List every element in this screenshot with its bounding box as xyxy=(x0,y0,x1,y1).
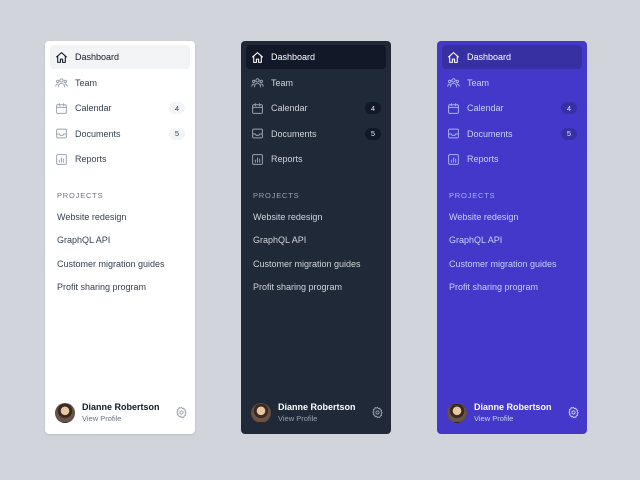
sidebar-item-reports[interactable]: Reports xyxy=(50,147,190,171)
project-item[interactable]: Profit sharing program xyxy=(57,282,187,305)
view-profile-link[interactable]: View Profile xyxy=(474,414,567,424)
chart-bar-icon xyxy=(447,153,460,166)
settings-icon[interactable] xyxy=(371,406,384,419)
sidebar-item-label: Team xyxy=(271,77,294,88)
settings-icon[interactable] xyxy=(175,406,188,419)
sidebar-item-dashboard[interactable]: Dashboard xyxy=(50,45,190,69)
count-badge: 4 xyxy=(365,102,381,115)
user-info: Dianne Robertson View Profile xyxy=(278,402,371,423)
view-profile-link[interactable]: View Profile xyxy=(278,414,371,424)
users-icon xyxy=(447,76,460,89)
sidebar-item-label: Team xyxy=(467,77,490,88)
sidebar-item-label: Documents xyxy=(75,128,121,139)
projects-heading: PROJECTS xyxy=(253,191,300,200)
user-name: Dianne Robertson xyxy=(474,402,552,412)
calendar-icon xyxy=(55,102,68,115)
sidebar-item-documents[interactable]: Documents 5 xyxy=(50,122,190,146)
users-icon xyxy=(251,76,264,89)
count-badge: 5 xyxy=(561,127,577,140)
chart-bar-icon xyxy=(251,153,264,166)
project-item[interactable]: Profit sharing program xyxy=(253,282,383,305)
projects-heading: PROJECTS xyxy=(449,191,496,200)
sidebar-item-team[interactable]: Team xyxy=(442,71,582,95)
sidebar-item-team[interactable]: Team xyxy=(50,71,190,95)
sidebar-item-calendar[interactable]: Calendar 4 xyxy=(50,96,190,120)
count-badge: 4 xyxy=(561,102,577,115)
project-item[interactable]: Customer migration guides xyxy=(253,259,383,282)
sidebar-item-label: Documents xyxy=(467,128,513,139)
sidebar-item-label: Team xyxy=(75,77,98,88)
user-info: Dianne Robertson View Profile xyxy=(474,402,567,423)
sidebar-item-label: Reports xyxy=(271,154,303,165)
count-badge: 4 xyxy=(169,102,185,115)
sidebar-item-team[interactable]: Team xyxy=(246,71,386,95)
home-icon xyxy=(251,51,264,64)
sidebar-nav: Dashboard Team Calendar 4 Documents 5 Reports xyxy=(246,45,386,173)
project-item[interactable]: GraphQL API xyxy=(449,235,579,258)
calendar-icon xyxy=(251,102,264,115)
sidebar-item-label: Calendar xyxy=(467,103,504,114)
projects-section: PROJECTS Website redesign GraphQL API Custo… xyxy=(57,191,187,305)
project-item[interactable]: Website redesign xyxy=(449,212,579,235)
inbox-icon xyxy=(55,127,68,140)
project-item[interactable]: Profit sharing program xyxy=(449,282,579,305)
count-badge: 5 xyxy=(169,127,185,140)
home-icon xyxy=(447,51,460,64)
projects-section: PROJECTS Website redesign GraphQL API Custo… xyxy=(253,191,383,305)
sidebar-item-dashboard[interactable]: Dashboard xyxy=(442,45,582,69)
project-item[interactable]: Customer migration guides xyxy=(449,259,579,282)
sidebar-brand: Dashboard Team Calendar 4 Documents 5 Reports P… xyxy=(437,41,587,434)
inbox-icon xyxy=(251,127,264,140)
sidebar-item-reports[interactable]: Reports xyxy=(442,147,582,171)
projects-section: PROJECTS Website redesign GraphQL API Custo… xyxy=(449,191,579,305)
user-info: Dianne Robertson View Profile xyxy=(82,402,175,423)
avatar[interactable] xyxy=(251,402,271,423)
inbox-icon xyxy=(447,127,460,140)
user-name: Dianne Robertson xyxy=(82,402,160,412)
sidebar-item-label: Dashboard xyxy=(467,52,512,62)
sidebar-item-documents[interactable]: Documents 5 xyxy=(442,122,582,146)
sidebar-nav: Dashboard Team Calendar 4 Documents 5 Reports xyxy=(442,45,582,173)
sidebar-nav: Dashboard Team Calendar 4 Documents 5 Reports xyxy=(50,45,190,173)
sidebar-item-label: Dashboard xyxy=(75,52,120,62)
sidebar-item-label: Calendar xyxy=(271,103,308,114)
view-profile-link[interactable]: View Profile xyxy=(82,414,175,424)
sidebar-item-dashboard[interactable]: Dashboard xyxy=(246,45,386,69)
user-profile: Dianne Robertson View Profile xyxy=(251,402,384,423)
sidebar-item-label: Documents xyxy=(271,128,317,139)
user-profile: Dianne Robertson View Profile xyxy=(447,402,580,423)
project-item[interactable]: Website redesign xyxy=(57,212,187,235)
project-item[interactable]: GraphQL API xyxy=(57,235,187,258)
count-badge: 5 xyxy=(365,127,381,140)
sidebar-item-label: Calendar xyxy=(75,103,112,114)
calendar-icon xyxy=(447,102,460,115)
sidebar-item-calendar[interactable]: Calendar 4 xyxy=(442,96,582,120)
sidebar-item-label: Reports xyxy=(467,154,499,165)
sidebar-item-documents[interactable]: Documents 5 xyxy=(246,122,386,146)
project-item[interactable]: Customer migration guides xyxy=(57,259,187,282)
sidebar-light: Dashboard Team Calendar 4 Documents 5 Reports P… xyxy=(45,41,195,434)
sidebar-dark: Dashboard Team Calendar 4 Documents 5 Reports P… xyxy=(241,41,391,434)
sidebar-item-reports[interactable]: Reports xyxy=(246,147,386,171)
users-icon xyxy=(55,76,68,89)
project-item[interactable]: Website redesign xyxy=(253,212,383,235)
sidebar-item-label: Reports xyxy=(75,154,107,165)
user-profile: Dianne Robertson View Profile xyxy=(55,402,188,423)
sidebar-item-label: Dashboard xyxy=(271,52,316,62)
projects-heading: PROJECTS xyxy=(57,191,104,200)
home-icon xyxy=(55,51,68,64)
sidebar-item-calendar[interactable]: Calendar 4 xyxy=(246,96,386,120)
user-name: Dianne Robertson xyxy=(278,402,356,412)
project-item[interactable]: GraphQL API xyxy=(253,235,383,258)
settings-icon[interactable] xyxy=(567,406,580,419)
chart-bar-icon xyxy=(55,153,68,166)
avatar[interactable] xyxy=(447,402,467,423)
avatar[interactable] xyxy=(55,402,75,423)
